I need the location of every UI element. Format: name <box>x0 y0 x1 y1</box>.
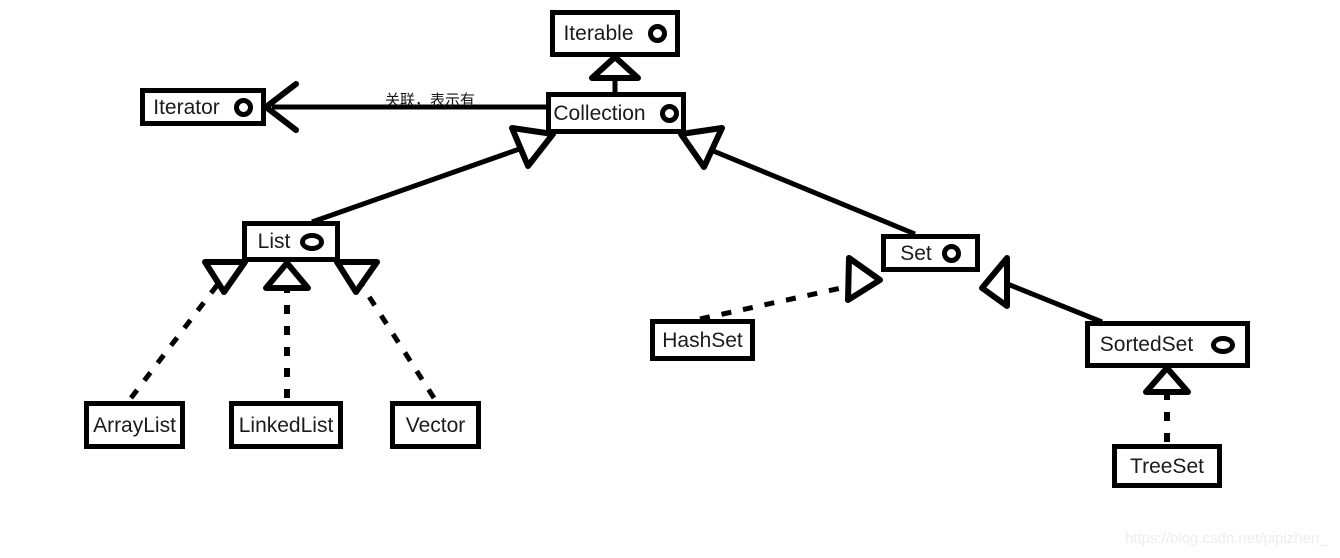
node-iterable[interactable]: Iterable <box>550 10 680 57</box>
edge-list-to-collection <box>311 125 556 225</box>
node-treeset[interactable]: TreeSet <box>1112 444 1222 488</box>
interface-circle-icon <box>941 243 961 263</box>
edge-set-to-collection <box>678 125 916 237</box>
node-label-vector: Vector <box>405 413 466 437</box>
interface-circle-icon <box>233 97 253 117</box>
node-label-list: List <box>257 230 291 253</box>
node-iterator[interactable]: Iterator <box>140 88 266 126</box>
edge-collection-to-iterable <box>589 54 641 92</box>
node-label-hashset: HashSet <box>662 328 743 352</box>
node-collection[interactable]: Collection <box>546 92 686 134</box>
node-label-treeset: TreeSet <box>1130 454 1204 478</box>
edge-linkedlist-to-list <box>263 260 311 398</box>
edge-vector-to-list <box>334 259 437 400</box>
interface-circle-icon <box>659 103 679 123</box>
interface-circle-icon <box>1211 335 1236 354</box>
watermark: https://blog.csdn.net/pipizhen_ <box>1125 530 1328 547</box>
node-label-collection: Collection <box>553 101 646 125</box>
node-set[interactable]: Set <box>881 234 980 272</box>
edge-sortedset-to-set <box>979 255 1103 325</box>
association-label: 关联，表示有 <box>385 92 476 109</box>
edge-arraylist-to-list <box>129 259 248 400</box>
node-list[interactable]: List <box>242 221 340 262</box>
edge-hashset-to-set <box>699 255 883 322</box>
node-label-arraylist: ArrayList <box>93 413 176 437</box>
node-label-sortedset: SortedSet <box>1099 333 1194 356</box>
edge-treeset-to-sortedset <box>1143 365 1191 442</box>
node-hashset[interactable]: HashSet <box>650 319 755 361</box>
node-sortedset[interactable]: SortedSet <box>1085 321 1250 368</box>
interface-circle-icon <box>647 24 667 43</box>
node-label-iterable: Iterable <box>563 22 634 45</box>
interface-circle-icon <box>300 232 325 251</box>
node-linkedlist[interactable]: LinkedList <box>229 401 343 449</box>
node-arraylist[interactable]: ArrayList <box>84 401 185 449</box>
uml-class-diagram: Iterable Iterator Collection List Set So… <box>0 0 1340 558</box>
node-label-linkedlist: LinkedList <box>238 413 334 437</box>
node-label-set: Set <box>900 241 932 265</box>
node-label-iterator: Iterator <box>153 95 220 119</box>
node-vector[interactable]: Vector <box>390 401 481 449</box>
